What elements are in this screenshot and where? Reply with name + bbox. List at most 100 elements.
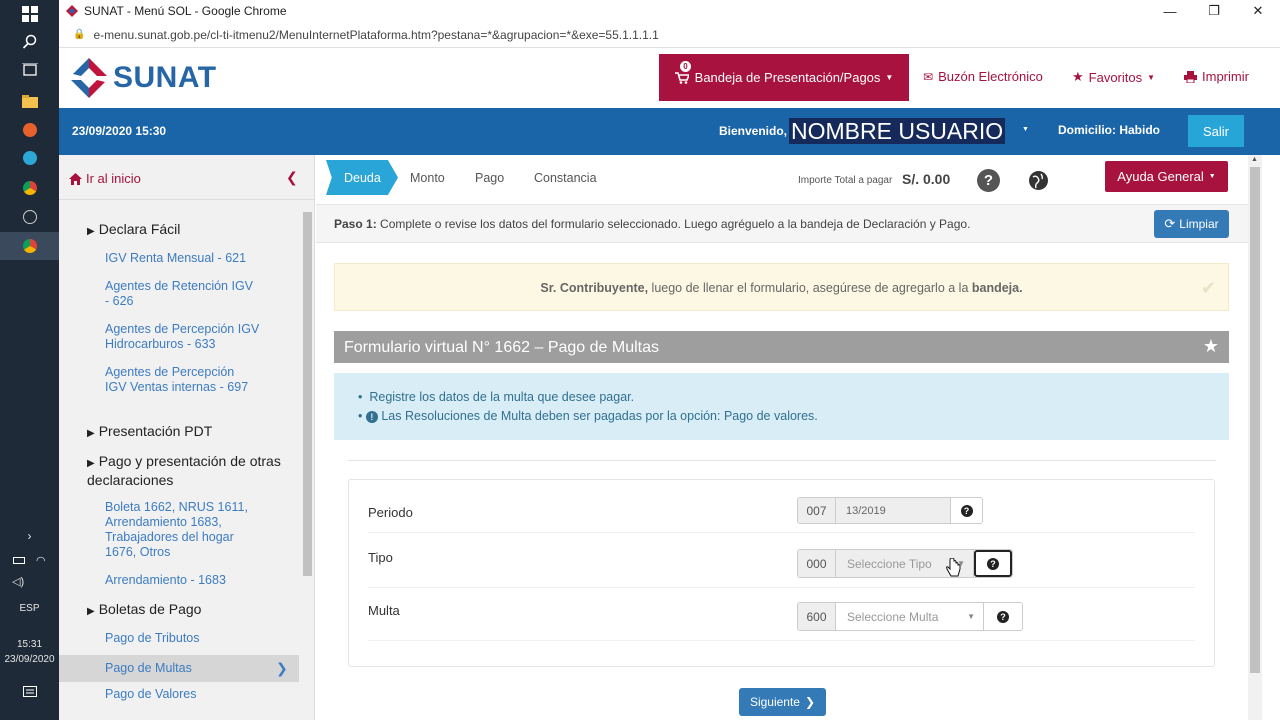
main-scroll-thumb[interactable] (1250, 167, 1260, 673)
windows-start-icon[interactable] (0, 0, 59, 28)
form-info-box: • Registre los datos de la multa que des… (334, 373, 1229, 440)
section-label: Pago y presentación de otras declaracion… (87, 453, 281, 488)
restore-icon[interactable]: ❐ (1192, 0, 1236, 22)
task-view-icon[interactable] (0, 56, 59, 84)
minimize-icon[interactable]: — (1148, 0, 1192, 22)
sidebar-section-presentacion-pdt[interactable]: ▶ Presentación PDT (59, 423, 299, 439)
sidebar-link-igv-renta[interactable]: IGV Renta Mensual - 621 (59, 251, 299, 266)
info-line-2: • ! Las Resoluciones de Multa deben ser … (358, 409, 818, 423)
clock-date[interactable]: 23/09/2020 (0, 653, 59, 666)
sidebar-scrollbar[interactable] (300, 200, 314, 720)
logo-text: SUNAT (113, 61, 217, 94)
printer-icon (1184, 70, 1197, 83)
section-label: Presentación PDT (98, 423, 213, 439)
refresh-icon: ⟳ (1164, 216, 1176, 231)
site-header: SUNAT 0 Bandeja de Presentación/Pagos ▼ … (59, 48, 1280, 108)
notifications-icon[interactable] (0, 678, 59, 706)
form-panel: Periodo 007 13/2019 ? Tipo 000 Seleccion… (348, 479, 1215, 667)
globe-icon[interactable] (1029, 171, 1048, 190)
sidebar-section-boletas-pago[interactable]: ▶ Boletas de Pago (59, 601, 299, 617)
sidebar-link-pago-multas[interactable]: Pago de Multas ❯ (59, 655, 299, 682)
file-explorer-icon[interactable] (0, 87, 59, 115)
tipo-placeholder: Seleccione Tipo (847, 556, 932, 571)
imprimir-link[interactable]: Imprimir (1184, 69, 1249, 84)
sidebar-link-pago-valores[interactable]: Pago de Valores (59, 687, 299, 702)
notice-bold-2: bandeja. (971, 281, 1023, 295)
question-circle-icon: ? (987, 557, 999, 570)
chevron-left-icon[interactable]: ❮ (286, 169, 298, 186)
step-pago[interactable]: Pago (462, 160, 522, 195)
star-icon: ★ (1072, 69, 1084, 84)
buzon-electronico-link[interactable]: ✉ Buzón Electrónico (923, 69, 1043, 84)
hand-cursor-icon (946, 558, 961, 577)
salir-button[interactable]: Salir (1188, 115, 1244, 147)
step-deuda[interactable]: Deuda (326, 160, 398, 195)
star-favorite-icon[interactable]: ★ (1203, 336, 1219, 357)
sidebar-link-percepcion-ventas[interactable]: Agentes de Percepción IGV Ventas interna… (59, 365, 259, 395)
scroll-up-icon[interactable]: ▲ (1251, 156, 1258, 163)
section-label: Boletas de Pago (98, 601, 202, 617)
wifi-icon: ◠ (36, 554, 46, 567)
ayuda-general-button[interactable]: Ayuda General ▼ (1105, 161, 1228, 192)
address-bar[interactable]: 🔒 e-menu.sunat.gob.pe/cl-ti-itmenu2/Menu… (59, 22, 1280, 48)
step-monto[interactable]: Monto (398, 160, 462, 195)
sidebar-section-declara-facil[interactable]: ▶ Declara Fácil (59, 221, 299, 237)
chrome-active-icon[interactable] (0, 232, 59, 260)
browser-titlebar: SUNAT - Menú SOL - Google Chrome (59, 0, 1280, 22)
sunat-logo-icon (71, 58, 107, 98)
tipo-code: 000 (798, 550, 836, 577)
sidebar-link-agentes-retencion[interactable]: Agentes de Retención IGV - 626 (59, 279, 259, 309)
step-constancia[interactable]: Constancia (522, 160, 612, 195)
url-text[interactable]: e-menu.sunat.gob.pe/cl-ti-itmenu2/MenuIn… (93, 28, 658, 42)
shopping-cart-icon (674, 71, 689, 84)
sidebar-link-pago-tributos[interactable]: Pago de Tributos (59, 631, 299, 646)
sidebar-section-pago-otras[interactable]: ▶ Pago y presentación de otras declaracio… (59, 453, 299, 489)
home-link[interactable]: Ir al inicio (69, 171, 141, 186)
username[interactable]: NOMBRE USUARIO (789, 118, 1006, 144)
main-scrollbar[interactable]: ▲ (1248, 155, 1262, 720)
app-icon[interactable] (0, 203, 59, 231)
row-divider (368, 640, 1195, 641)
language-indicator[interactable]: ESP (0, 602, 59, 615)
multa-label: Multa (368, 603, 400, 618)
siguiente-button[interactable]: Siguiente ❯ (739, 688, 826, 716)
sidebar-link-boleta-1662[interactable]: Boleta 1662, NRUS 1611, Arrendamiento 16… (59, 500, 259, 560)
battery-icon (13, 556, 26, 564)
clock-time[interactable]: 15:31 (0, 638, 59, 651)
main-content: Deuda Monto Pago Constancia Importe Tota… (316, 155, 1248, 720)
contribuyente-notice: Sr. Contribuyente, luego de llenar el fo… (334, 263, 1229, 311)
triangle-right-icon: ▶ (87, 226, 95, 237)
chrome-icon[interactable] (0, 174, 59, 202)
caret-down-icon: ▼ (1147, 72, 1156, 82)
periodo-help-button[interactable]: ? (951, 498, 982, 523)
caret-down-icon[interactable]: ▼ (1022, 126, 1029, 133)
section-label: Declara Fácil (98, 221, 181, 237)
sidebar-link-percepcion-hidrocarburos[interactable]: Agentes de Percepción IGV Hidrocarburos … (59, 322, 274, 352)
firefox-icon[interactable] (0, 116, 59, 144)
bandeja-presentacion-pagos-button[interactable]: 0 Bandeja de Presentación/Pagos ▼ (659, 54, 909, 101)
imprimir-label: Imprimir (1202, 69, 1249, 84)
sunat-logo[interactable]: SUNAT (69, 58, 217, 98)
buzon-label: Buzón Electrónico (938, 69, 1043, 84)
caret-down-icon: ▼ (967, 612, 975, 621)
importe-total-value: S/. 0.00 (902, 171, 951, 187)
triangle-right-icon: ▶ (87, 428, 95, 439)
volume-icon[interactable]: ◁) (0, 567, 59, 595)
limpiar-button[interactable]: ⟳ Limpiar (1154, 210, 1229, 238)
sidebar-scroll-thumb[interactable] (303, 212, 312, 576)
help-icon[interactable]: ? (977, 169, 1000, 192)
sidebar-link-arrendamiento[interactable]: Arrendamiento - 1683 (59, 573, 299, 588)
periodo-label: Periodo (368, 505, 413, 520)
importe-total-label: Importe Total a pagar (798, 175, 893, 186)
multa-select[interactable]: Seleccione Multa ▼ (836, 603, 984, 630)
close-icon[interactable]: ✕ (1236, 0, 1280, 22)
edge-icon[interactable] (0, 144, 59, 172)
chevron-right-icon: ❯ (804, 695, 816, 709)
tipo-help-button[interactable]: ? (974, 550, 1012, 577)
favoritos-dropdown[interactable]: ★ Favoritos ▼ (1072, 69, 1155, 85)
search-icon[interactable] (0, 28, 59, 56)
row-divider (368, 532, 1195, 533)
check-icon: ✔ (1200, 278, 1216, 298)
multa-help-button[interactable]: ? (984, 603, 1022, 630)
periodo-field[interactable]: 13/2019 (836, 498, 951, 523)
